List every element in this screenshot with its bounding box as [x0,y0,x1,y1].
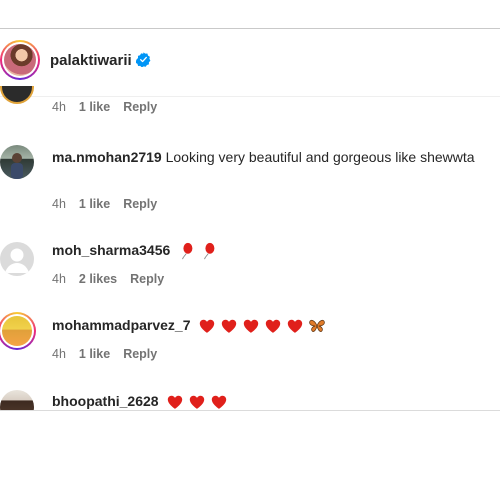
comment-likes[interactable]: 2 likes [79,272,117,286]
balloon-icon [204,243,215,260]
comment-time: 4h [52,272,66,286]
comment-meta: 4h 1 like Reply [52,197,170,211]
reply-button[interactable]: Reply [123,197,157,211]
comment-meta: 4h 1 like Reply [52,100,170,114]
commenter-avatar[interactable] [0,390,34,410]
comment-item: mohammadparvez_7 4h 1 like Reply [0,312,500,365]
comment-username[interactable]: ma.nmohan2719 [52,149,162,165]
comment-meta: 4h 2 likes Reply [52,272,177,286]
comment-item: ma.nmohan2719 Looking very beautiful and… [0,145,500,215]
heart-icon [212,395,227,410]
comment-text: bhoopathi_2628 [52,391,492,410]
heart-icon [190,395,205,410]
header-avatar[interactable] [0,40,40,80]
reply-button[interactable]: Reply [123,347,157,361]
comment-likes[interactable]: 1 like [79,100,110,114]
comment-item: bhoopathi_2628 [0,390,500,410]
comment-item: 4h 1 like Reply [0,86,500,126]
comment-username[interactable]: bhoopathi_2628 [52,393,159,409]
comment-username[interactable]: mohammadparvez_7 [52,317,191,333]
comment-item: moh_sharma3456 4h 2 likes Reply [0,240,500,290]
top-divider [0,28,500,29]
comment-time: 4h [52,100,66,114]
post-header: palaktiwarii [0,40,500,84]
verified-badge-icon [136,52,151,67]
heart-icon [288,319,303,334]
comment-body: Looking very beautiful and gorgeous like… [165,149,475,165]
heart-icon [168,395,183,410]
heart-icon [222,319,237,334]
commenter-avatar[interactable] [0,312,36,350]
comment-text: moh_sharma3456 [52,240,492,261]
reply-button[interactable]: Reply [130,272,164,286]
default-avatar-icon[interactable] [0,242,34,276]
comment-text: ma.nmohan2719 Looking very beautiful and… [52,147,492,168]
comment-meta: 4h 1 like Reply [52,347,170,361]
comment-text: mohammadparvez_7 [52,315,492,336]
comment-time: 4h [52,197,66,211]
comment-time: 4h [52,347,66,361]
commenter-avatar[interactable] [0,145,34,179]
heart-icon [266,319,281,334]
comment-username[interactable]: moh_sharma3456 [52,242,170,258]
heart-icon [200,319,215,334]
heart-icon [244,319,259,334]
balloon-icon [182,243,193,260]
commenter-avatar[interactable] [0,86,34,104]
header-username[interactable]: palaktiwarii [50,52,132,69]
comment-likes[interactable]: 1 like [79,347,110,361]
butterfly-icon [309,320,326,333]
comment-likes[interactable]: 1 like [79,197,110,211]
reply-button[interactable]: Reply [123,100,157,114]
bottom-divider [0,410,500,411]
